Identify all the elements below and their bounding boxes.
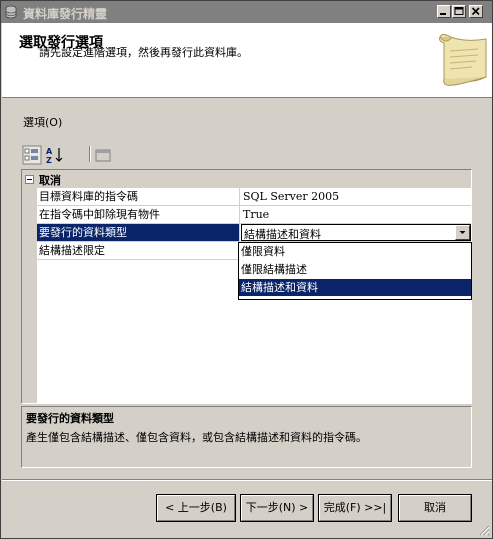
maximize-button[interactable] [452,5,466,18]
collapse-icon[interactable] [25,175,34,184]
page-subtitle: 請先設定進階選項，然後再發行此資料庫。 [39,46,248,59]
dropdown-button[interactable] [455,225,470,240]
property-name: 在指令碼中卸除現有物件 [37,206,240,223]
property-name: 目標資料庫的指令碼 [37,188,240,205]
categorized-icon [22,145,42,165]
svg-text:A: A [46,147,53,156]
close-button[interactable] [469,5,483,18]
wizard-header: 選取發行選項 請先設定進階選項，然後再發行此資料庫。 [2,23,492,98]
description-title: 要發行的資料類型 [26,412,114,425]
database-icon [5,5,17,19]
property-pages-icon [95,149,111,162]
property-name: 要發行的資料類型 [37,224,240,241]
property-row[interactable]: 在指令碼中卸除現有物件 True [37,206,471,224]
wizard-window: 資料庫發行精靈 選取發行選項 請先設定進階選項，然後再發行此資料庫。 選項(O) [0,0,493,539]
svg-text:Z: Z [46,156,52,165]
property-pages-button[interactable] [93,145,113,165]
minimize-icon [440,13,446,15]
toolbar-separator [89,146,91,162]
category-row[interactable]: 取消 [22,170,471,188]
description-text: 產生僅包含結構描述、僅包含資料，或包含結構描述和資料的指令碼。 [26,431,367,444]
property-value[interactable]: SQL Server 2005 [241,188,471,205]
dropdown-option[interactable]: 僅限資料 [239,243,471,260]
maximize-icon [454,7,464,15]
data-type-dropdown-list[interactable]: 僅限資料 僅限結構描述 結構描述和資料 [238,242,472,300]
window-title: 資料庫發行精靈 [23,7,108,21]
property-name: 結構描述限定 [37,242,240,259]
categorized-button[interactable] [22,145,42,165]
options-label: 選項(O) [23,116,63,129]
cancel-button[interactable]: 取消 [398,494,472,522]
resize-grip-icon[interactable] [478,524,490,536]
back-button[interactable]: < 上一步(B) [156,494,236,522]
finish-button[interactable]: 完成(F) >>| [318,494,392,522]
dropdown-option-selected[interactable]: 結構描述和資料 [239,279,471,296]
property-value[interactable]: True [241,206,471,223]
sort-az-icon: A Z [46,147,63,165]
scroll-icon [439,33,487,86]
title-bar[interactable]: 資料庫發行精靈 [1,1,492,23]
chevron-down-icon [459,231,466,234]
grid-gutter [22,170,37,403]
combobox-value: 結構描述和資料 [244,228,321,241]
category-label: 取消 [39,174,61,187]
property-row-selected[interactable]: 要發行的資料類型 結構描述和資料 [37,224,471,242]
property-row[interactable]: 目標資料庫的指令碼 SQL Server 2005 [37,188,471,206]
divider [2,479,492,481]
dropdown-option[interactable]: 僅限結構描述 [239,261,471,278]
alphabetical-button[interactable]: A Z [44,145,64,165]
description-panel: 要發行的資料類型 產生僅包含結構描述、僅包含資料，或包含結構描述和資料的指令碼。 [21,406,472,468]
next-button[interactable]: 下一步(N) > [240,494,314,522]
data-type-combobox[interactable]: 結構描述和資料 [241,224,471,241]
property-toolbar: A Z [22,143,222,165]
close-icon [471,7,480,16]
minimize-button[interactable] [437,5,451,18]
